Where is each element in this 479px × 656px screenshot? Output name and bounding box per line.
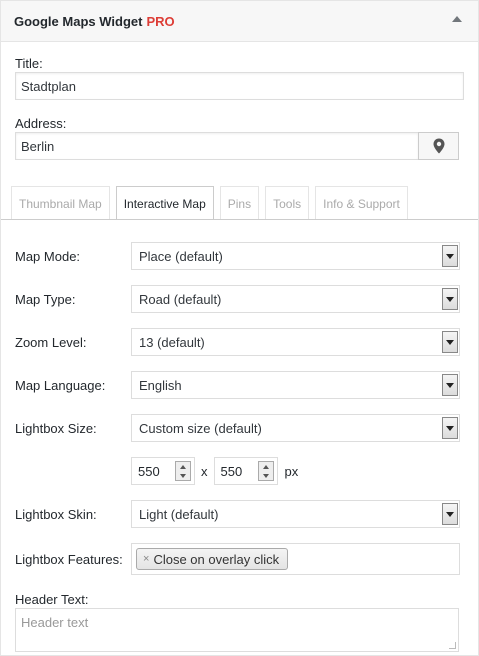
lightbox-skin-value: Light (default): [139, 506, 219, 522]
header-text-input[interactable]: Header text: [15, 608, 459, 652]
stepper-up-icon[interactable]: [176, 462, 190, 471]
stepper-up-icon[interactable]: [259, 462, 273, 471]
map-language-select[interactable]: English: [131, 371, 460, 399]
map-type-select[interactable]: Road (default): [131, 285, 460, 313]
chevron-down-icon[interactable]: [442, 503, 458, 525]
width-stepper[interactable]: [175, 461, 191, 481]
lightbox-height-input[interactable]: 550: [213, 457, 278, 485]
height-stepper[interactable]: [257, 461, 274, 481]
google-maps-widget: Google Maps Widget PRO Title: Stadtplan A…: [0, 0, 479, 656]
map-mode-label: Map Mode:: [15, 248, 81, 264]
address-input[interactable]: Berlin: [15, 132, 419, 160]
resize-grip-icon[interactable]: [449, 642, 456, 649]
zoom-level-row: Zoom Level: 13 (default): [15, 328, 460, 356]
lightbox-size-row: Lightbox Size: Custom size (default): [15, 414, 460, 442]
map-language-label: Map Language:: [15, 377, 106, 393]
chevron-down-icon[interactable]: [442, 374, 458, 396]
lightbox-size-select[interactable]: Custom size (default): [131, 414, 460, 442]
chevron-down-icon[interactable]: [442, 417, 458, 439]
triangle-up-icon[interactable]: [452, 16, 462, 22]
map-mode-value: Place (default): [139, 248, 223, 264]
map-mode-select[interactable]: Place (default): [131, 242, 460, 270]
map-type-label: Map Type:: [15, 291, 76, 307]
map-type-value: Road (default): [139, 291, 222, 307]
zoom-level-label: Zoom Level:: [15, 334, 87, 350]
pro-badge: PRO: [146, 13, 175, 29]
lightbox-features-row: Lightbox Features: × Close on overlay cl…: [15, 543, 460, 575]
tab-thumbnail-map[interactable]: Thumbnail Map: [11, 186, 110, 220]
lightbox-skin-row: Lightbox Skin: Light (default): [15, 500, 460, 528]
tab-tools[interactable]: Tools: [265, 186, 310, 220]
stepper-down-icon[interactable]: [176, 471, 190, 480]
lightbox-dimensions: 550 x 550 px: [131, 457, 298, 485]
feature-chip-label: Close on overlay click: [153, 551, 280, 567]
size-unit: px: [284, 463, 299, 479]
widget-title-text: Google Maps Widget: [14, 13, 143, 29]
chevron-down-icon[interactable]: [442, 288, 458, 310]
widget-title: Google Maps Widget PRO: [14, 14, 175, 29]
remove-chip-icon[interactable]: ×: [143, 553, 149, 565]
address-row: Berlin: [15, 132, 459, 160]
tab-interactive-map[interactable]: Interactive Map: [115, 186, 214, 220]
address-label: Address:: [15, 116, 67, 131]
zoom-level-select[interactable]: 13 (default): [131, 328, 460, 356]
lightbox-features-label: Lightbox Features:: [15, 551, 123, 567]
map-pin-icon: [433, 138, 445, 154]
feature-chip: × Close on overlay click: [136, 548, 289, 570]
chevron-down-icon[interactable]: [442, 331, 458, 353]
lightbox-size-label: Lightbox Size:: [15, 420, 97, 436]
lightbox-width-value: 550: [138, 463, 160, 479]
map-type-row: Map Type: Road (default): [15, 285, 460, 313]
lightbox-features-select[interactable]: × Close on overlay click: [131, 543, 460, 575]
lightbox-skin-label: Lightbox Skin:: [15, 506, 97, 522]
lightbox-size-value: Custom size (default): [139, 420, 262, 436]
header-text-placeholder: Header text: [21, 615, 89, 630]
size-separator: x: [201, 463, 208, 479]
tab-pins[interactable]: Pins: [219, 186, 260, 220]
title-label: Title:: [15, 56, 43, 71]
map-mode-row: Map Mode: Place (default): [15, 242, 460, 270]
lightbox-skin-select[interactable]: Light (default): [131, 500, 460, 528]
tab-info-support[interactable]: Info & Support: [315, 186, 408, 220]
stepper-down-icon[interactable]: [259, 471, 273, 480]
lightbox-height-value: 550: [220, 463, 243, 479]
map-language-value: English: [139, 377, 182, 393]
map-pin-button[interactable]: [418, 132, 459, 160]
map-language-row: Map Language: English: [15, 371, 460, 399]
tab-bar: Thumbnail Map Interactive Map Pins Tools…: [11, 186, 414, 220]
zoom-level-value: 13 (default): [139, 334, 205, 350]
widget-header[interactable]: Google Maps Widget PRO: [1, 1, 478, 42]
chevron-down-icon[interactable]: [442, 245, 458, 267]
tab-divider: [1, 219, 478, 220]
lightbox-width-input[interactable]: 550: [131, 457, 195, 485]
header-text-label: Header Text:: [15, 592, 89, 607]
title-input[interactable]: Stadtplan: [15, 72, 464, 100]
